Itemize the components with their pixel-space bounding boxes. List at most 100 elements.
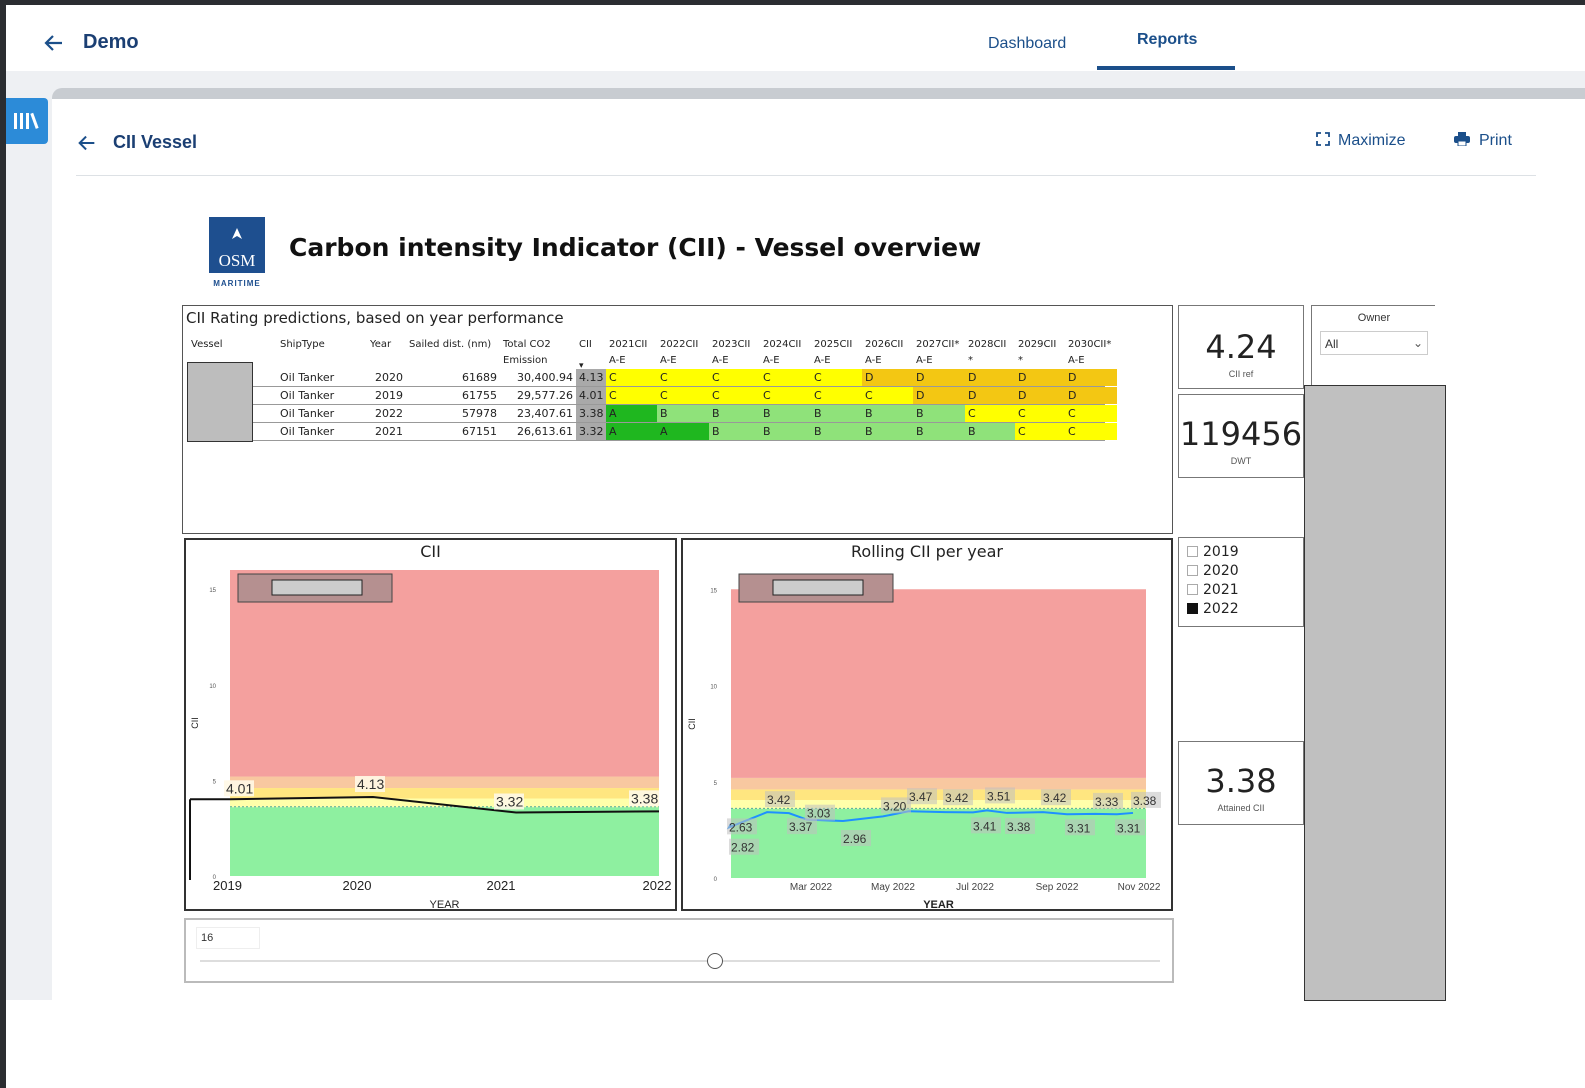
co2-cell: 26,613.61: [517, 425, 573, 438]
redacted-visual-placeholder: [1304, 385, 1446, 1001]
rating-cell: D: [1015, 369, 1065, 386]
row-divider: [253, 440, 1105, 441]
y-axis-label: CII: [190, 717, 200, 729]
data-label: 3.38: [1007, 820, 1031, 834]
year-option[interactable]: 2019: [1187, 544, 1239, 560]
rating-cell: B: [913, 423, 965, 440]
print-label: Print: [1479, 132, 1512, 149]
rolling-cii-chart: Rolling CII per year 0 5 10 15 CII YEAR 2.82 2.…: [681, 538, 1173, 911]
year-option[interactable]: 2021: [1187, 582, 1239, 598]
active-tab-indicator: [1097, 66, 1235, 70]
rating-cell: D: [1015, 387, 1065, 404]
distance-cell: 61689: [462, 371, 497, 384]
cii-rating-table: CII Rating predictions, based on year pe…: [182, 305, 1173, 534]
distance-cell: 67151: [462, 425, 497, 438]
checkbox: [1187, 565, 1198, 576]
kpi-dwt-label: DWT: [1230, 456, 1252, 466]
owner-select-value: All: [1325, 337, 1339, 351]
arrow-left-icon[interactable]: [76, 132, 98, 154]
column-header: Total CO2 Emission: [503, 339, 551, 366]
report-header: CII Vessel Maximize Print: [76, 128, 1536, 176]
rating-cell: B: [811, 405, 862, 422]
print-button[interactable]: Print: [1454, 132, 1512, 150]
tab-dashboard[interactable]: Dashboard: [988, 35, 1066, 53]
column-header: ShipType: [280, 339, 325, 350]
x-tick-label: Mar 2022: [790, 882, 833, 893]
data-label: 3.42: [1043, 791, 1067, 805]
rating-cell: C: [657, 387, 709, 404]
table-title: CII Rating predictions, based on year pe…: [186, 309, 564, 327]
legend-swatch: [271, 579, 363, 596]
slider-thumb[interactable]: [707, 953, 723, 969]
column-header: 2023CII A-E: [712, 339, 751, 366]
library-button[interactable]: [6, 98, 48, 144]
vessel-image-placeholder: [187, 362, 253, 442]
checkbox: [1187, 584, 1198, 595]
column-header: 2024CII A-E: [763, 339, 802, 366]
distance-cell: 57978: [462, 407, 497, 420]
top-bar: Demo Dashboard Reports: [6, 5, 1585, 71]
y-tick-label: 10: [710, 685, 717, 691]
rating-cell: B: [811, 423, 862, 440]
cii-cell: 4.13: [576, 369, 606, 386]
printer-icon: [1454, 132, 1470, 147]
rating-cell: C: [709, 387, 760, 404]
owner-select[interactable]: All ⌄: [1320, 331, 1428, 355]
distance-cell: 61755: [462, 389, 497, 402]
slider-value-input[interactable]: 16: [196, 927, 260, 949]
rating-band: [230, 798, 659, 808]
x-tick-label: 2019: [213, 878, 242, 893]
x-tick-label: May 2022: [871, 882, 915, 893]
year-option[interactable]: 2020: [1187, 563, 1239, 579]
cii-cell: 4.01: [576, 387, 606, 404]
rating-cell: D: [913, 387, 965, 404]
co2-cell: 23,407.61: [517, 407, 573, 420]
year-option[interactable]: 2022: [1187, 601, 1239, 617]
rating-band: [230, 788, 659, 799]
y-tick-label: 15: [209, 588, 216, 594]
rating-cell: C: [760, 369, 811, 386]
checkbox: [1187, 603, 1198, 614]
kpi-attained-cii: 3.38 Attained CII: [1178, 741, 1304, 825]
data-label: 4.01: [226, 780, 253, 796]
rating-cell: C: [965, 405, 1015, 422]
x-tick-label: Nov 2022: [1118, 882, 1161, 893]
slider-track[interactable]: [200, 960, 1160, 962]
co2-cell: 29,577.26: [517, 389, 573, 402]
rating-cell: B: [862, 405, 913, 422]
chevron-down-icon: ⌄: [1412, 336, 1423, 350]
rating-band: [230, 807, 659, 876]
tab-reports[interactable]: Reports: [1137, 31, 1197, 49]
data-label: 3.38: [1133, 794, 1157, 808]
rating-cell: C: [657, 369, 709, 386]
data-label: 3.41: [973, 819, 997, 833]
report-title: CII Vessel: [113, 132, 198, 152]
rating-cell: C: [760, 387, 811, 404]
rating-cell: B: [862, 423, 913, 440]
kpi-attained-label: Attained CII: [1217, 803, 1265, 813]
kpi-dwt-value: 119456: [1179, 415, 1303, 453]
data-label: 3.20: [883, 799, 907, 813]
data-label: 3.32: [496, 794, 523, 810]
ship-type-cell: Oil Tanker: [280, 389, 335, 402]
x-tick-label: 2022: [643, 878, 672, 893]
maximize-button[interactable]: Maximize: [1316, 132, 1406, 150]
legend-swatch: [772, 579, 864, 596]
year-cell: 2022: [375, 407, 403, 420]
y-axis-label: CII: [687, 718, 697, 730]
column-header: 2022CII A-E: [660, 339, 699, 366]
data-label: 3.47: [909, 790, 933, 804]
x-axis-label: YEAR: [430, 899, 460, 909]
data-label: 2.63: [729, 820, 753, 834]
data-label: 3.31: [1067, 821, 1091, 835]
co2-cell: 30,400.94: [517, 371, 573, 384]
data-label: 3.42: [945, 791, 969, 805]
rating-cell: C: [1015, 405, 1065, 422]
rating-cell: D: [965, 387, 1015, 404]
rating-band: [230, 776, 659, 789]
rating-cell: C: [1015, 423, 1065, 440]
rating-cell: C: [606, 369, 657, 386]
column-header: 2021CII A-E: [609, 339, 648, 366]
rating-cell: C: [606, 387, 657, 404]
arrow-left-icon[interactable]: [42, 31, 66, 55]
